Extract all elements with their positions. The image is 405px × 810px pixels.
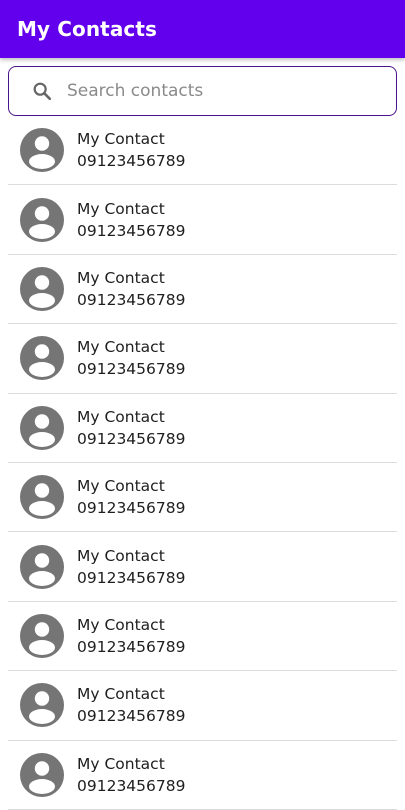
contact-phone: 09123456789	[77, 360, 186, 379]
account-circle-icon	[20, 544, 64, 589]
contact-phone: 09123456789	[77, 707, 186, 726]
search-input[interactable]	[67, 81, 367, 101]
app-bar: My Contacts	[0, 0, 405, 58]
account-circle-icon	[20, 683, 64, 728]
contact-name: My Contact	[77, 130, 165, 149]
account-circle-icon	[20, 128, 64, 173]
account-circle-icon	[20, 197, 64, 242]
contact-row[interactable]: My Contact 09123456789	[8, 602, 397, 672]
contact-name: My Contact	[77, 407, 165, 426]
contact-name: My Contact	[77, 754, 165, 773]
contact-row[interactable]: My Contact 09123456789	[8, 185, 397, 255]
contact-name: My Contact	[77, 546, 165, 565]
page-title: My Contacts	[17, 17, 158, 41]
contact-row[interactable]: My Contact 09123456789	[8, 116, 397, 186]
account-circle-icon	[20, 613, 64, 658]
contact-row[interactable]: My Contact 09123456789	[8, 532, 397, 602]
contact-name: My Contact	[77, 615, 165, 634]
contact-list: My Contact 09123456789 My Contact 091234…	[8, 116, 397, 810]
account-circle-icon	[20, 405, 64, 450]
account-circle-icon	[20, 752, 64, 797]
contact-name: My Contact	[77, 685, 165, 704]
contact-phone: 09123456789	[77, 152, 186, 171]
contact-phone: 09123456789	[77, 221, 186, 240]
contact-row[interactable]: My Contact 09123456789	[8, 324, 397, 394]
contact-name: My Contact	[77, 338, 165, 357]
account-circle-icon	[20, 266, 64, 311]
contact-phone: 09123456789	[77, 637, 186, 656]
contact-phone: 09123456789	[77, 290, 186, 309]
contact-row[interactable]: My Contact 09123456789	[8, 394, 397, 463]
search-bar[interactable]	[8, 66, 397, 116]
contact-row[interactable]: My Contact 09123456789	[8, 741, 397, 810]
contact-row[interactable]: My Contact 09123456789	[8, 671, 397, 741]
account-circle-icon	[20, 336, 64, 381]
contact-phone: 09123456789	[77, 429, 186, 448]
account-circle-icon	[20, 475, 64, 520]
contact-phone: 09123456789	[77, 776, 186, 795]
contact-name: My Contact	[77, 268, 165, 287]
contact-phone: 09123456789	[77, 568, 186, 587]
contact-name: My Contact	[77, 477, 165, 496]
search-icon	[31, 80, 53, 102]
contact-row[interactable]: My Contact 09123456789	[8, 255, 397, 325]
contact-name: My Contact	[77, 199, 165, 218]
contact-phone: 09123456789	[77, 499, 186, 518]
contact-row[interactable]: My Contact 09123456789	[8, 463, 397, 533]
